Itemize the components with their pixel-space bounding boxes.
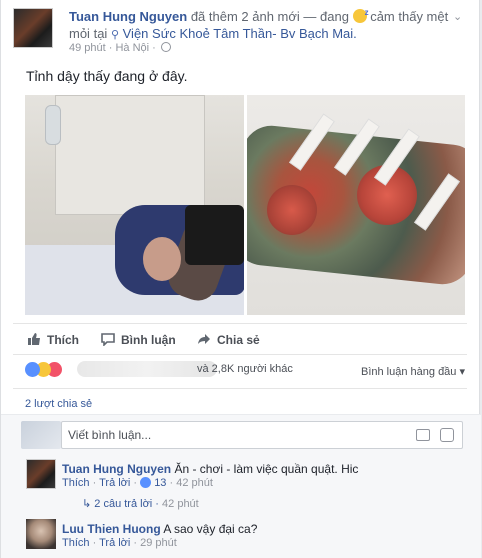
comment-meta: Thích · Trả lời · 29 phút bbox=[62, 537, 177, 549]
post-text: Tỉnh dậy thấy đang ở đây. bbox=[26, 68, 188, 84]
divider bbox=[13, 354, 467, 355]
commenter-name[interactable]: Luu Thien Huong bbox=[62, 522, 161, 536]
comment-reply-link[interactable]: Trả lời bbox=[99, 537, 130, 549]
comment-text: Ăn - chơi - làm việc quần quật. Hic bbox=[174, 462, 359, 476]
author-name[interactable]: Tuan Hung Nguyen bbox=[69, 9, 187, 24]
comment-body: Luu Thien Huong A sao vậy đại ca? bbox=[62, 521, 257, 537]
sleepy-emoji-icon bbox=[352, 4, 369, 23]
reactions-row: và 2,8K người khác Bình luận hàng đầu ▾ bbox=[25, 358, 465, 382]
divider bbox=[13, 388, 467, 389]
post-meta: 49 phút · Hà Nội · bbox=[69, 42, 171, 54]
replies-link[interactable]: ↳ 2 câu trả lời · 42 phút bbox=[82, 497, 199, 510]
comment-input-box[interactable] bbox=[61, 421, 463, 449]
like-count-icon bbox=[140, 477, 152, 488]
location-link[interactable]: Viện Sức Khoẻ Tâm Thần- Bv Bạch Mai. bbox=[123, 26, 357, 41]
post-at: tại bbox=[93, 26, 108, 41]
commenter-name[interactable]: Tuan Hung Nguyen bbox=[62, 462, 171, 476]
like-icon bbox=[27, 332, 41, 346]
reaction-count[interactable]: và 2,8K người khác bbox=[197, 363, 293, 375]
comment-body: Tuan Hung Nguyen Ăn - chơi - làm việc qu… bbox=[62, 461, 358, 477]
camera-icon[interactable] bbox=[416, 429, 430, 441]
comment-icon bbox=[101, 332, 115, 347]
comment-time: 29 phút bbox=[140, 537, 177, 549]
globe-icon[interactable] bbox=[160, 42, 171, 52]
comment-button[interactable]: Bình luận bbox=[101, 332, 176, 347]
post-card: Tuan Hung Nguyen đã thêm 2 ảnh mới — đan… bbox=[0, 0, 481, 558]
author-avatar[interactable] bbox=[13, 8, 53, 48]
comment-reply-link[interactable]: Trả lời bbox=[99, 477, 130, 489]
comment-like-link[interactable]: Thích bbox=[62, 537, 90, 549]
photo-hospital-bed[interactable] bbox=[25, 95, 244, 315]
sticker-icon[interactable] bbox=[440, 428, 454, 442]
reply-arrow-icon: ↳ bbox=[82, 498, 92, 510]
divider bbox=[13, 323, 467, 324]
commenter-avatar[interactable] bbox=[26, 459, 56, 489]
commenter-avatar[interactable] bbox=[26, 519, 56, 549]
post-action: đã thêm 2 ảnh mới — đang bbox=[190, 9, 349, 24]
like-reaction-icon[interactable] bbox=[25, 362, 40, 377]
post-header: Tuan Hung Nguyen đã thêm 2 ảnh mới — đan… bbox=[69, 4, 449, 44]
comment-time: 42 phút bbox=[176, 477, 213, 489]
comment-section: Tuan Hung Nguyen Ăn - chơi - làm việc qu… bbox=[1, 414, 481, 558]
comment-like-link[interactable]: Thích bbox=[62, 477, 90, 489]
pin-icon: ⚲ bbox=[110, 29, 119, 41]
blurred-names bbox=[77, 361, 217, 377]
top-comments-dropdown[interactable]: Bình luận hàng đầu ▾ bbox=[361, 365, 465, 378]
comment-text: A sao vậy đại ca? bbox=[163, 522, 258, 536]
post-time[interactable]: 49 phút bbox=[69, 42, 106, 54]
chevron-down-icon[interactable]: ⌄ bbox=[453, 10, 465, 23]
like-button[interactable]: Thích bbox=[27, 332, 79, 347]
comment-meta: Thích · Trả lời · 13 · 42 phút bbox=[62, 477, 213, 489]
comment-input[interactable] bbox=[68, 428, 398, 442]
photo-grid bbox=[25, 95, 465, 315]
action-bar: Thích Bình luận Chia sẻ bbox=[13, 326, 467, 354]
share-icon bbox=[197, 332, 211, 346]
share-button[interactable]: Chia sẻ bbox=[197, 332, 260, 347]
photo-tattoo-arm[interactable] bbox=[247, 95, 465, 315]
share-count[interactable]: 2 lượt chia sẻ bbox=[25, 398, 92, 410]
comment-like-count[interactable]: 13 bbox=[154, 477, 166, 489]
my-avatar bbox=[21, 421, 61, 449]
post-place[interactable]: Hà Nội bbox=[115, 42, 149, 54]
